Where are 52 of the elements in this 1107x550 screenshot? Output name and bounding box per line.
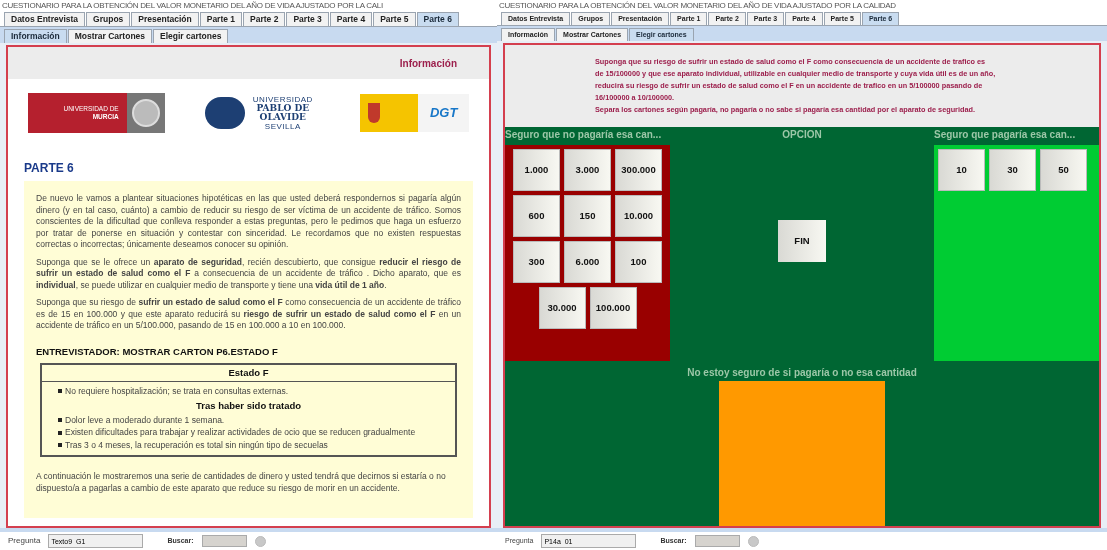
bullet-item: Existen dificultades para trabajar y realizar actividades de ocio que se reducen gradualmente — [65, 427, 416, 439]
money-card[interactable]: 30.000 — [538, 287, 586, 329]
money-card[interactable]: 3.000 — [564, 149, 611, 191]
tab[interactable]: Datos Entrevista — [4, 12, 86, 26]
logo-text: PABLO DE — [256, 104, 310, 113]
question-label: Pregunta — [8, 535, 41, 547]
money-card[interactable]: 10 — [938, 149, 985, 191]
tab[interactable]: Parte 3 — [286, 12, 329, 26]
column-header: OPCION — [782, 128, 822, 142]
money-card[interactable]: 50 — [1040, 149, 1087, 191]
tab[interactable]: Presentación — [131, 12, 199, 26]
logo-text: UNIVERSIDAD — [252, 95, 313, 104]
tab[interactable]: Parte 1 — [199, 12, 243, 26]
money-card[interactable]: 300.000 — [615, 149, 662, 191]
tab[interactable]: Parte 2 — [243, 12, 286, 26]
state-title: Estado F — [42, 365, 455, 382]
tab[interactable]: Parte 6 — [416, 12, 459, 26]
tab[interactable]: Grupos — [86, 12, 131, 26]
part-heading: PARTE 6 — [23, 160, 75, 177]
zone-header: No estoy seguro de si pagaría o no esa cantidad — [686, 366, 918, 380]
fin-button[interactable]: FIN — [778, 220, 826, 262]
app-title: CUESTIONARIO PARA LA OBTENCIÓN DEL VALOR MONETARIO DEL AÑO DE VIDA AJUSTADO POR LA CALI — [1, 0, 384, 12]
state-subheading: Tras haber sido tratado — [194, 400, 303, 412]
bullet-item: No requiere hospitalización; se trata en consultas externas. — [65, 385, 288, 397]
paragraph: Suponga que su riesgo de sufrir un estado de salud como el F como consecuencia de un accidente de tráfico es de 15 en 100.000 y que este aparato reducirá su riesgo de sufrir un estado de salud como el F en un accidente de tráfico en un 5/100.000, pasando de 15 en 100.000 a 10 en 100.000. — [36, 297, 461, 332]
bullet-item: Tras 3 o 4 meses, la recuperación es total sin ningún tipo de secuelas — [65, 439, 328, 451]
column-header: Seguro que pagaría esa can... — [934, 128, 1077, 142]
closing-paragraph: A continuación le mostraremos una serie de cantidades de dinero y usted tendrá que decirnos si estaría o no dispuesto/a a pagarlas a cambio de este aparato que reduce su riesgo de morir en un accidente. — [36, 471, 447, 494]
money-card[interactable]: 30 — [989, 149, 1036, 191]
paragraph: Suponga que se le ofrece un aparato de seguridad, recién descubierto, que consigue reducir el riesgo de sufrir un estado de salud como el F a consecuencia de un accidente de tráfico . Dicho aparato, que es individual, se puede utilizar en cualquier medio de transporte y tiene una vida útil de 1 año. — [36, 256, 461, 291]
tab[interactable]: Parte 4 — [329, 12, 373, 26]
money-card[interactable]: 10.000 — [615, 195, 662, 237]
money-card[interactable]: 100 — [615, 241, 662, 283]
paragraph: De nuevo le vamos a plantear situaciones hipotéticas en las que usted deberá respondernos si pagaría algún dinero (y en tal caso, cuánto) a cambio de reducir su riesgo de ser víctima de un accidente de tráfico. Somos conscientes de la dificultad que conlleva responder a estas preguntas, pero le pedimos que haga un esfuerzo por tratar de ponerse en situación y contestar con sinceridad. Le recordamos que no existen respuestas correctas o incorrectas; únicamente deseamos conocer su opinión. — [36, 193, 461, 251]
logo-text: OLAVIDE — [259, 113, 306, 122]
money-card[interactable]: 600 — [513, 195, 560, 237]
money-card[interactable]: 1.000 — [513, 149, 560, 191]
tab[interactable]: Elegir cartones — [153, 29, 229, 43]
bullet-item: Dolor leve a moderado durante 1 semana. — [65, 414, 225, 426]
column-header: Seguro que no pagaría esa can... — [505, 128, 663, 142]
logo-text: SEVILLA — [264, 122, 301, 131]
money-card[interactable]: 150 — [564, 195, 611, 237]
money-card[interactable]: 300 — [513, 241, 560, 283]
tab[interactable]: Mostrar Cartones — [67, 29, 153, 43]
money-card[interactable]: 100.000 — [589, 287, 637, 329]
money-card[interactable]: 6.000 — [564, 241, 611, 283]
tab[interactable]: Información — [4, 29, 67, 43]
tab[interactable]: Parte 5 — [373, 12, 416, 26]
section-title: Información — [399, 56, 457, 71]
app-title: CUESTIONARIO PARA LA OBTENCIÓN DEL VALOR MONETARIO DEL AÑO DE VIDA AJUSTADO POR LA CALIDAD — [498, 0, 897, 12]
logo-text: DGT — [429, 104, 458, 123]
interviewer-instruction: ENTREVISTADOR: MOSTRAR CARTON P6.ESTADO F — [36, 345, 279, 357]
